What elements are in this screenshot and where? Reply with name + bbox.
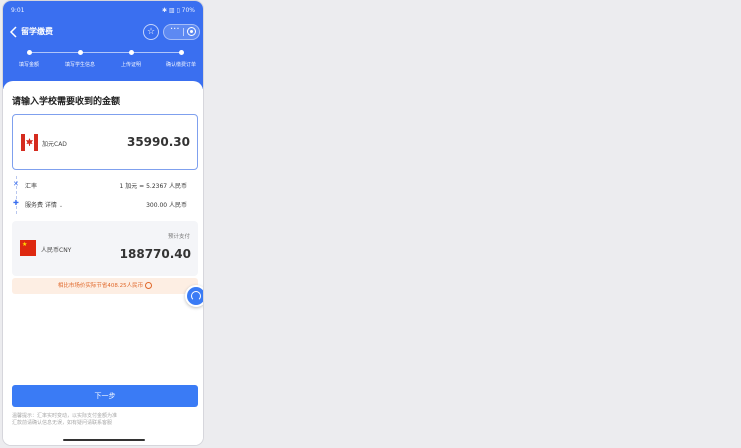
next-step-button[interactable]: 下一步 <box>12 385 198 407</box>
header: 9:01 ✱ ▥ ▯ 70% 留学缴费 ☆ ··· 填写金额 填写学生信息 上传… <box>3 1 203 89</box>
exchange-rate-label: 汇率 <box>25 183 38 190</box>
send-amount-card[interactable]: 加元CAD 35990.30 <box>12 114 198 170</box>
step-label-3: 上传证明 <box>120 62 142 68</box>
status-bar: 9:01 ✱ ▥ ▯ 70% <box>3 1 203 19</box>
receive-amount-card: ★ 人民币CNY 预计支付 188770.40 <box>12 221 198 276</box>
step-label-1: 填写金额 <box>18 62 40 68</box>
multiply-icon: ✕ <box>13 180 19 188</box>
back-arrow-icon[interactable] <box>9 26 19 38</box>
step-dot-3 <box>129 50 134 55</box>
china-flag-icon: ★ <box>20 240 36 256</box>
more-icon[interactable]: ··· <box>170 24 180 35</box>
exchange-rate-value: 1 加元 = 5.2367 人民币 <box>119 183 187 190</box>
step-dot-2 <box>78 50 83 55</box>
savings-text: 相比市场价实际节省408.25人民币 <box>57 283 144 289</box>
receive-currency-label: 人民币CNY <box>41 247 72 254</box>
stepper-line <box>29 52 181 53</box>
favorite-star-icon[interactable]: ☆ <box>143 24 159 40</box>
customer-service-float-icon[interactable] <box>185 285 203 307</box>
disclaimer-line-2: 汇款前请确认信息无误，如有疑问请联系客服 <box>12 420 113 426</box>
progress-stepper: 填写金额 填写学生信息 上传证明 确认缴费订单 <box>3 49 203 79</box>
send-currency-label: 加元CAD <box>42 141 67 148</box>
status-time: 9:01 <box>11 7 25 14</box>
step-dot-4 <box>179 50 184 55</box>
plus-icon: ✚ <box>13 199 19 207</box>
chevron-down-icon: ⌄ <box>58 203 64 209</box>
amount-prompt: 请输入学校需要收到的金额 <box>12 97 121 107</box>
canada-flag-icon <box>21 134 38 151</box>
step-label-2: 填写学生信息 <box>64 62 96 68</box>
page-title: 留学缴费 <box>21 27 53 36</box>
estimated-pay-label: 预计支付 <box>167 234 190 240</box>
capsule-divider <box>183 28 184 36</box>
disclaimer-text: 温馨提示：汇率实时变动，以实际支付金额为准 汇款前请确认信息无误，如有疑问请联系… <box>12 413 198 427</box>
step-label-4: 确认缴费订单 <box>165 62 197 68</box>
service-fee-value: 300.00 人民币 <box>146 202 187 209</box>
main-content: 请输入学校需要收到的金额 加元CAD 35990.30 ✕ 汇率 1 加元 = … <box>3 81 203 445</box>
phone-screen: 9:01 ✱ ▥ ▯ 70% 留学缴费 ☆ ··· 填写金额 填写学生信息 上传… <box>2 0 204 446</box>
disclaimer-line-1: 温馨提示：汇率实时变动，以实际支付金额为准 <box>12 413 118 419</box>
service-fee-label: 服务费 详情 <box>25 202 57 209</box>
service-fee-details[interactable]: 服务费 详情 ⌄ <box>25 200 63 209</box>
close-icon[interactable] <box>187 27 196 36</box>
home-indicator <box>63 439 145 441</box>
savings-banner[interactable]: 相比市场价实际节省408.25人民币 <box>12 278 198 294</box>
status-icons: ✱ ▥ ▯ 70% <box>161 7 195 14</box>
step-dot-1 <box>27 50 32 55</box>
send-amount-input[interactable]: 35990.30 <box>127 135 190 149</box>
nav-bar: 留学缴费 ☆ ··· <box>3 21 203 43</box>
info-icon <box>145 282 153 289</box>
mini-program-capsule: ··· <box>163 24 200 40</box>
receive-amount-value: 188770.40 <box>119 247 191 261</box>
